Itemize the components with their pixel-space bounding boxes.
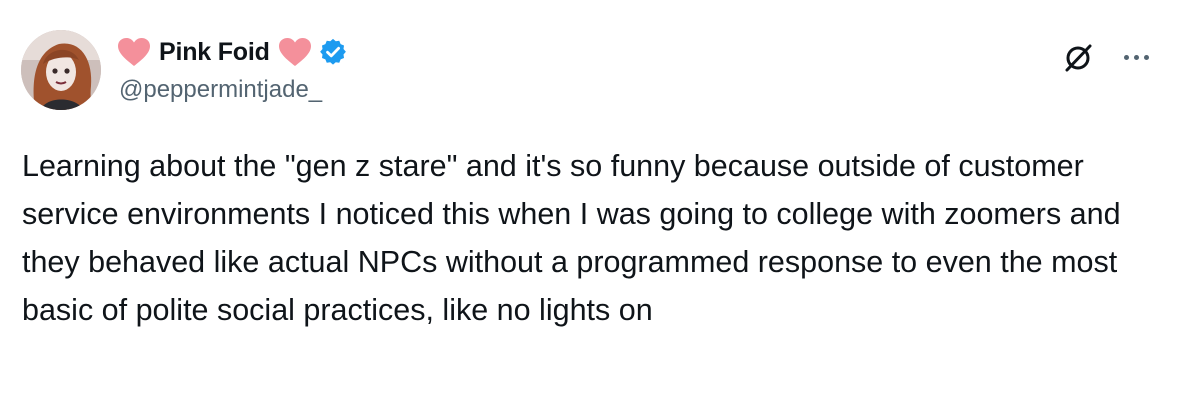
dot — [1143, 54, 1149, 60]
tweet-text: Learning about the "gen z stare" and it'… — [22, 149, 1121, 327]
more-options-icon[interactable] — [1116, 40, 1156, 74]
dot — [1133, 54, 1139, 60]
author-handle[interactable]: @peppermintjade_ — [119, 76, 322, 104]
display-name[interactable]: Pink Foid — [157, 38, 272, 67]
verified-badge-icon — [318, 37, 348, 67]
heart-icon — [278, 37, 312, 67]
author-name-row[interactable]: Pink Foid — [117, 34, 348, 70]
tweet-card: Pink Foid @peppermintjade_ Learning abou… — [0, 0, 1184, 400]
dot — [1123, 54, 1129, 60]
heart-icon — [117, 37, 151, 67]
avatar[interactable] — [21, 30, 101, 110]
grok-icon[interactable] — [1062, 40, 1096, 74]
